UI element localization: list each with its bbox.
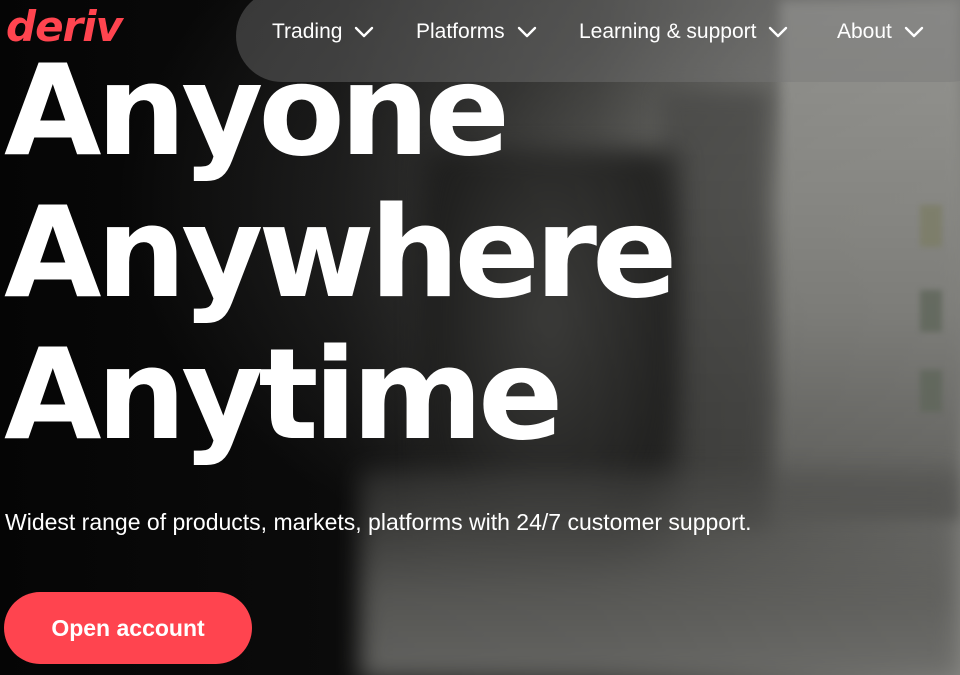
nav-item-platforms[interactable]: Platforms (416, 20, 537, 44)
background-window (920, 370, 942, 412)
deriv-logo[interactable]: deriv (6, 6, 123, 48)
hero-subtitle: Widest range of products, markets, platf… (5, 509, 752, 535)
chevron-down-icon (769, 26, 788, 38)
open-account-button[interactable]: Open account (4, 592, 252, 664)
nav-item-about[interactable]: About (837, 20, 924, 44)
background-street (360, 470, 960, 675)
background-building-shadow (660, 90, 770, 530)
nav-item-label: Platforms (416, 20, 505, 43)
hero-headline: Anyone Anywhere Anytime (4, 40, 678, 468)
nav-item-learning-support[interactable]: Learning & support (579, 20, 788, 44)
hero-section: deriv Trading Platforms Learning & suppo… (0, 0, 960, 675)
chevron-down-icon (904, 26, 924, 38)
nav-item-trading[interactable]: Trading (272, 20, 374, 44)
top-navigation: Trading Platforms Learning & support Abo… (236, 0, 960, 82)
headline-line: Anytime (4, 321, 564, 468)
background-window (920, 290, 942, 332)
background-window (920, 205, 942, 247)
nav-item-label: About (837, 20, 892, 43)
chevron-down-icon (355, 26, 374, 38)
nav-item-label: Learning & support (579, 20, 757, 43)
chevron-down-icon (517, 26, 536, 38)
headline-line: Anywhere (4, 179, 678, 326)
nav-item-label: Trading (272, 20, 343, 43)
